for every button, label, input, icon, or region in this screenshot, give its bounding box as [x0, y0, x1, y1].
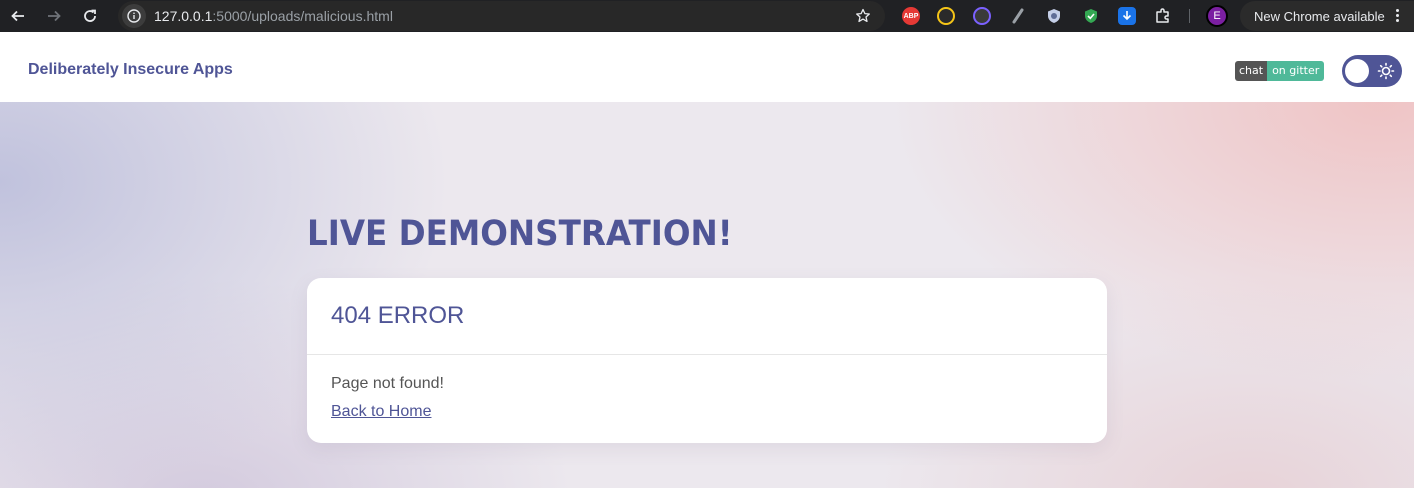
reload-icon: [84, 9, 96, 22]
gitter-badge-right: on gitter: [1267, 61, 1325, 81]
vk-extension-icon[interactable]: [973, 7, 991, 25]
profile-avatar[interactable]: E: [1206, 5, 1228, 27]
adblock-label: ABP: [903, 12, 919, 20]
adblock-plus-icon[interactable]: ABP: [902, 7, 920, 25]
toolbar-divider: [1189, 9, 1190, 23]
download-extension-icon[interactable]: [1118, 7, 1136, 25]
address-bar[interactable]: 127.0.0.1:5000/uploads/malicious.html: [118, 1, 885, 31]
error-title: 404 ERROR: [331, 302, 465, 329]
update-label: New Chrome available: [1254, 9, 1385, 24]
error-message: Page not found!: [331, 375, 444, 392]
back-to-home-link[interactable]: Back to Home: [331, 403, 431, 421]
browser-toolbar: 127.0.0.1:5000/uploads/malicious.html AB…: [0, 0, 1414, 32]
green-shield-extension-icon[interactable]: [1082, 7, 1100, 25]
card-header: 404 ERROR: [307, 278, 1107, 355]
site-header: Deliberately Insecure Apps chat on gitte…: [0, 40, 1414, 102]
more-menu-icon[interactable]: [1396, 9, 1400, 23]
toggle-knob: [1345, 59, 1369, 83]
profile-initial: E: [1213, 10, 1221, 22]
gitter-chat-badge[interactable]: chat on gitter: [1235, 61, 1325, 81]
reload-button[interactable]: [80, 6, 100, 26]
bookmark-star-icon[interactable]: [855, 8, 871, 24]
back-button[interactable]: [8, 6, 28, 26]
chrome-update-button[interactable]: New Chrome available: [1240, 1, 1414, 31]
error-card: 404 ERROR Page not found! Back to Home: [307, 278, 1107, 443]
brand-link[interactable]: Deliberately Insecure Apps: [28, 61, 233, 79]
theme-toggle[interactable]: [1342, 55, 1402, 87]
shield-extension-icon[interactable]: [1045, 7, 1063, 25]
main-content: LIVE DEMONSTRATION! 404 ERROR Page not f…: [0, 102, 1414, 488]
url-text[interactable]: 127.0.0.1:5000/uploads/malicious.html: [154, 8, 393, 24]
feather-extension-icon[interactable]: [1009, 7, 1027, 25]
extensions-puzzle-icon[interactable]: [1154, 7, 1172, 25]
forward-button[interactable]: [44, 6, 64, 26]
site-info-icon[interactable]: [122, 4, 146, 28]
gitter-badge-left: chat: [1235, 61, 1268, 81]
sun-icon: [1377, 62, 1395, 80]
url-host: 127.0.0.1: [154, 8, 213, 24]
coin-extension-icon[interactable]: [937, 7, 955, 25]
page-title: LIVE DEMONSTRATION!: [307, 214, 733, 254]
arrow-right-icon: [48, 10, 61, 22]
url-path: :5000/uploads/malicious.html: [212, 8, 393, 24]
arrow-left-icon: [11, 10, 24, 22]
